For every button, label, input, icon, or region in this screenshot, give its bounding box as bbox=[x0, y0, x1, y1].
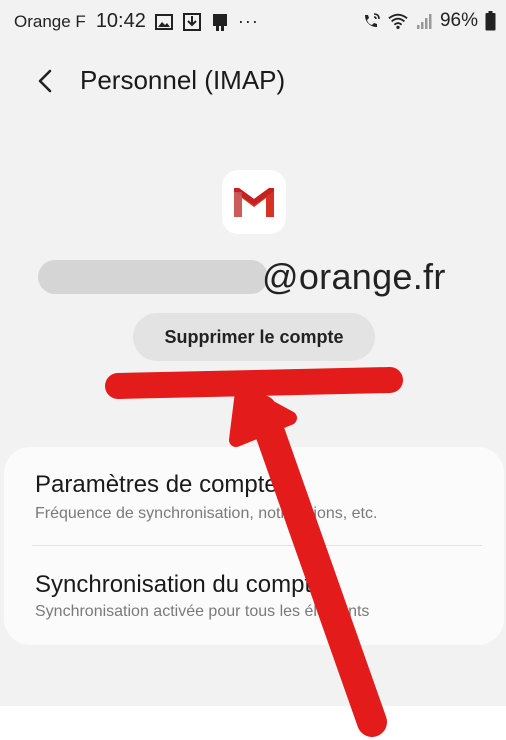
account-email: @orange.fr bbox=[0, 252, 506, 302]
wifi-icon bbox=[388, 11, 408, 31]
back-arrow-icon bbox=[38, 69, 52, 93]
back-button[interactable] bbox=[28, 64, 62, 98]
email-domain: @orange.fr bbox=[262, 256, 446, 297]
account-settings-subtitle: Fréquence de synchronisation, notificati… bbox=[35, 505, 378, 522]
gmail-icon bbox=[222, 170, 286, 234]
battery-icon bbox=[484, 11, 496, 31]
annotation-underline bbox=[105, 367, 403, 399]
account-sync-subtitle: Synchronisation activée pour tous les él… bbox=[35, 603, 370, 620]
account-sync-title: Synchronisation du compte bbox=[35, 571, 325, 598]
app-header: Personnel (IMAP) bbox=[0, 56, 506, 106]
download-notification-icon bbox=[182, 12, 202, 32]
bottom-area bbox=[0, 706, 506, 740]
screen: Orange F 10:42 ··· 96% Personnel (IMAP) … bbox=[0, 0, 506, 740]
image-notification-icon bbox=[154, 12, 174, 32]
signal-icon bbox=[414, 11, 434, 31]
account-sync-item[interactable]: Synchronisation du compte Synchronisatio… bbox=[4, 547, 504, 643]
wifi-call-icon bbox=[362, 11, 382, 31]
annotation-arrow-head bbox=[229, 385, 297, 447]
more-notifications-icon: ··· bbox=[237, 11, 259, 31]
divider bbox=[32, 545, 482, 546]
status-bar: Orange F 10:42 ··· 96% bbox=[0, 0, 506, 44]
settings-card: Paramètres de compte Fréquence de synchr… bbox=[4, 447, 504, 645]
carrier-name: Orange F bbox=[14, 11, 86, 31]
redacted-email-user bbox=[38, 260, 268, 294]
status-right: 96% bbox=[362, 10, 496, 32]
account-settings-title: Paramètres de compte bbox=[35, 471, 278, 498]
clock-time: 10:42 bbox=[95, 10, 146, 32]
app-notification-icon bbox=[210, 12, 230, 32]
page-title: Personnel (IMAP) bbox=[80, 65, 286, 95]
account-settings-item[interactable]: Paramètres de compte Fréquence de synchr… bbox=[4, 447, 504, 543]
delete-account-button[interactable]: Supprimer le compte bbox=[133, 313, 375, 361]
status-left: Orange F 10:42 ··· bbox=[14, 10, 259, 33]
battery-percent: 96% bbox=[439, 10, 478, 31]
